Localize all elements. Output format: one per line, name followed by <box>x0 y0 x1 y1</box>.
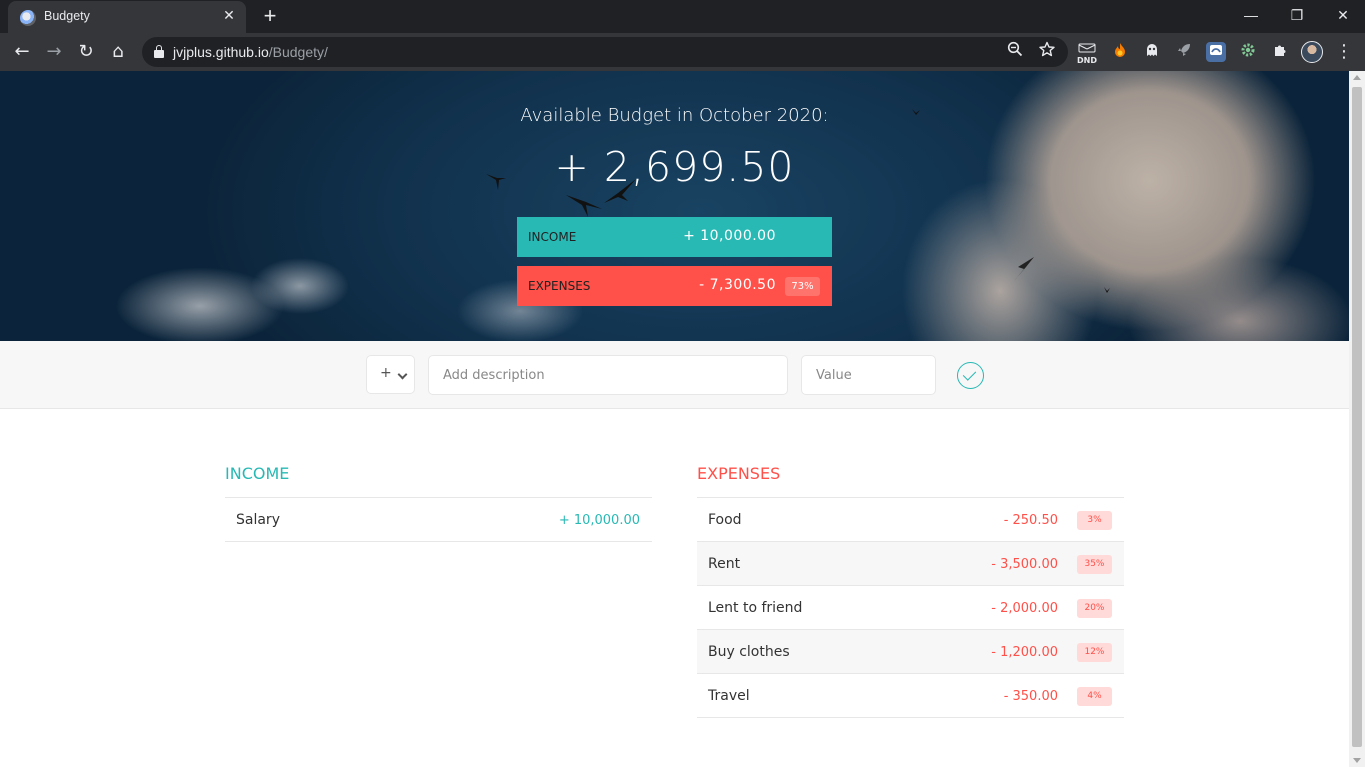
address-bar[interactable]: jvjplus.github.io/Budgety/ <box>142 37 1068 67</box>
bird-icon <box>1014 257 1034 281</box>
expenses-list-title: EXPENSES <box>697 453 1124 498</box>
item-percentage-badge: 20% <box>1077 599 1112 618</box>
item-value: + 10,000.00 <box>558 513 640 528</box>
restore-button[interactable]: ❐ <box>1274 0 1320 30</box>
income-list: INCOME Salary + 10,000.00 <box>225 453 652 542</box>
available-budget-value: + 2,699.50 <box>554 143 795 191</box>
tab-strip: Budgety ✕ + — ❐ ✕ <box>0 0 1365 33</box>
item-description: Buy clothes <box>708 644 790 660</box>
expense-item[interactable]: Food - 250.50 3% <box>697 498 1124 542</box>
item-percentage-badge: 12% <box>1077 643 1112 662</box>
item-description: Food <box>708 512 742 528</box>
expense-item[interactable]: Lent to friend - 2,000.00 20% <box>697 586 1124 630</box>
forward-button[interactable]: → <box>40 38 68 66</box>
item-description: Rent <box>708 556 741 572</box>
favicon-icon <box>20 10 36 26</box>
browser-toolbar: ← → ↻ ⌂ jvjplus.github.io/Budgety/ DND ⋮ <box>0 33 1365 71</box>
tab-title: Budgety <box>44 9 90 23</box>
item-percentage-badge: 3% <box>1077 511 1112 530</box>
type-select[interactable]: + <box>366 355 415 394</box>
income-item[interactable]: Salary + 10,000.00 <box>225 498 652 542</box>
url-path: /Budgety/ <box>268 44 328 60</box>
item-value: - 3,500.00 <box>991 557 1058 572</box>
minimize-button[interactable]: — <box>1228 0 1274 30</box>
tab-close-icon[interactable]: ✕ <box>220 7 238 25</box>
item-value: - 2,000.00 <box>991 601 1058 616</box>
value-field-wrapper <box>801 355 936 395</box>
new-tab-button[interactable]: + <box>258 5 282 29</box>
item-description: Travel <box>708 688 750 704</box>
browser-menu-icon[interactable]: ⋮ <box>1334 38 1354 66</box>
income-summary-value: + 10,000.00 <box>683 228 776 244</box>
scroll-down-icon[interactable] <box>1353 758 1361 763</box>
back-button[interactable]: ← <box>8 38 36 66</box>
bookmark-star-icon[interactable] <box>1036 41 1058 63</box>
chevron-down-icon <box>397 369 408 380</box>
item-percentage-badge: 4% <box>1077 687 1112 706</box>
add-item-button[interactable] <box>957 362 984 389</box>
add-item-form: + <box>0 341 1349 409</box>
value-input[interactable] <box>801 355 936 395</box>
item-value: - 250.50 <box>1003 513 1058 528</box>
income-list-title: INCOME <box>225 453 652 498</box>
reload-button[interactable]: ↻ <box>72 38 100 66</box>
gear-extension-icon[interactable] <box>1238 42 1258 62</box>
scroll-up-icon[interactable] <box>1353 75 1361 80</box>
zoom-icon[interactable] <box>1004 41 1026 63</box>
close-window-button[interactable]: ✕ <box>1320 0 1365 30</box>
url-host: jvjplus.github.io <box>173 44 269 60</box>
item-value: - 350.00 <box>1003 689 1058 704</box>
expenses-items: Food - 250.50 3% Rent - 3,500.00 35% Len… <box>697 498 1124 718</box>
item-value: - 1,200.00 <box>991 645 1058 660</box>
tab-budgety[interactable]: Budgety ✕ <box>8 1 246 33</box>
description-field-wrapper <box>428 355 788 395</box>
bird-icon <box>566 195 602 217</box>
income-summary-label: INCOME <box>528 230 577 244</box>
expenses-summary-value: - 7,300.50 <box>699 277 776 293</box>
budget-header: Available Budget in October 2020: + 2,69… <box>0 71 1349 341</box>
expenses-percentage-badge: 73% <box>785 277 820 296</box>
description-input[interactable] <box>428 355 788 395</box>
dnd-extension-icon[interactable]: DND <box>1076 42 1098 65</box>
expense-item[interactable]: Rent - 3,500.00 35% <box>697 542 1124 586</box>
puzzle-extensions-icon[interactable] <box>1270 42 1290 62</box>
lock-icon[interactable] <box>154 45 164 58</box>
page-scrollbar[interactable] <box>1349 71 1365 767</box>
income-summary: INCOME + 10,000.00 <box>517 217 832 257</box>
url-text[interactable]: jvjplus.github.io/Budgety/ <box>173 44 328 60</box>
scrollbar-thumb[interactable] <box>1352 87 1362 747</box>
expense-item[interactable]: Buy clothes - 1,200.00 12% <box>697 630 1124 674</box>
budget-title: Available Budget in October 2020: <box>520 105 829 126</box>
item-percentage-badge: 35% <box>1077 555 1112 574</box>
expenses-list: EXPENSES Food - 250.50 3% Rent - 3,500.0… <box>697 453 1124 718</box>
item-description: Lent to friend <box>708 600 803 616</box>
type-select-value: + <box>380 365 392 381</box>
expenses-summary: EXPENSES - 7,300.50 73% <box>517 266 832 306</box>
rocket-extension-icon[interactable] <box>1174 42 1194 62</box>
dnd-label: DND <box>1077 56 1097 65</box>
item-description: Salary <box>236 512 280 528</box>
bird-icon <box>1104 287 1110 293</box>
shield-extension-icon[interactable] <box>1206 42 1226 62</box>
page-viewport: Available Budget in October 2020: + 2,69… <box>0 71 1349 767</box>
fire-extension-icon[interactable] <box>1110 42 1130 62</box>
expenses-summary-label: EXPENSES <box>528 279 591 293</box>
home-button[interactable]: ⌂ <box>104 38 132 66</box>
ghost-extension-icon[interactable] <box>1142 42 1162 62</box>
expense-item[interactable]: Travel - 350.00 4% <box>697 674 1124 718</box>
checkmark-icon <box>962 367 977 381</box>
profile-avatar[interactable] <box>1301 41 1323 63</box>
